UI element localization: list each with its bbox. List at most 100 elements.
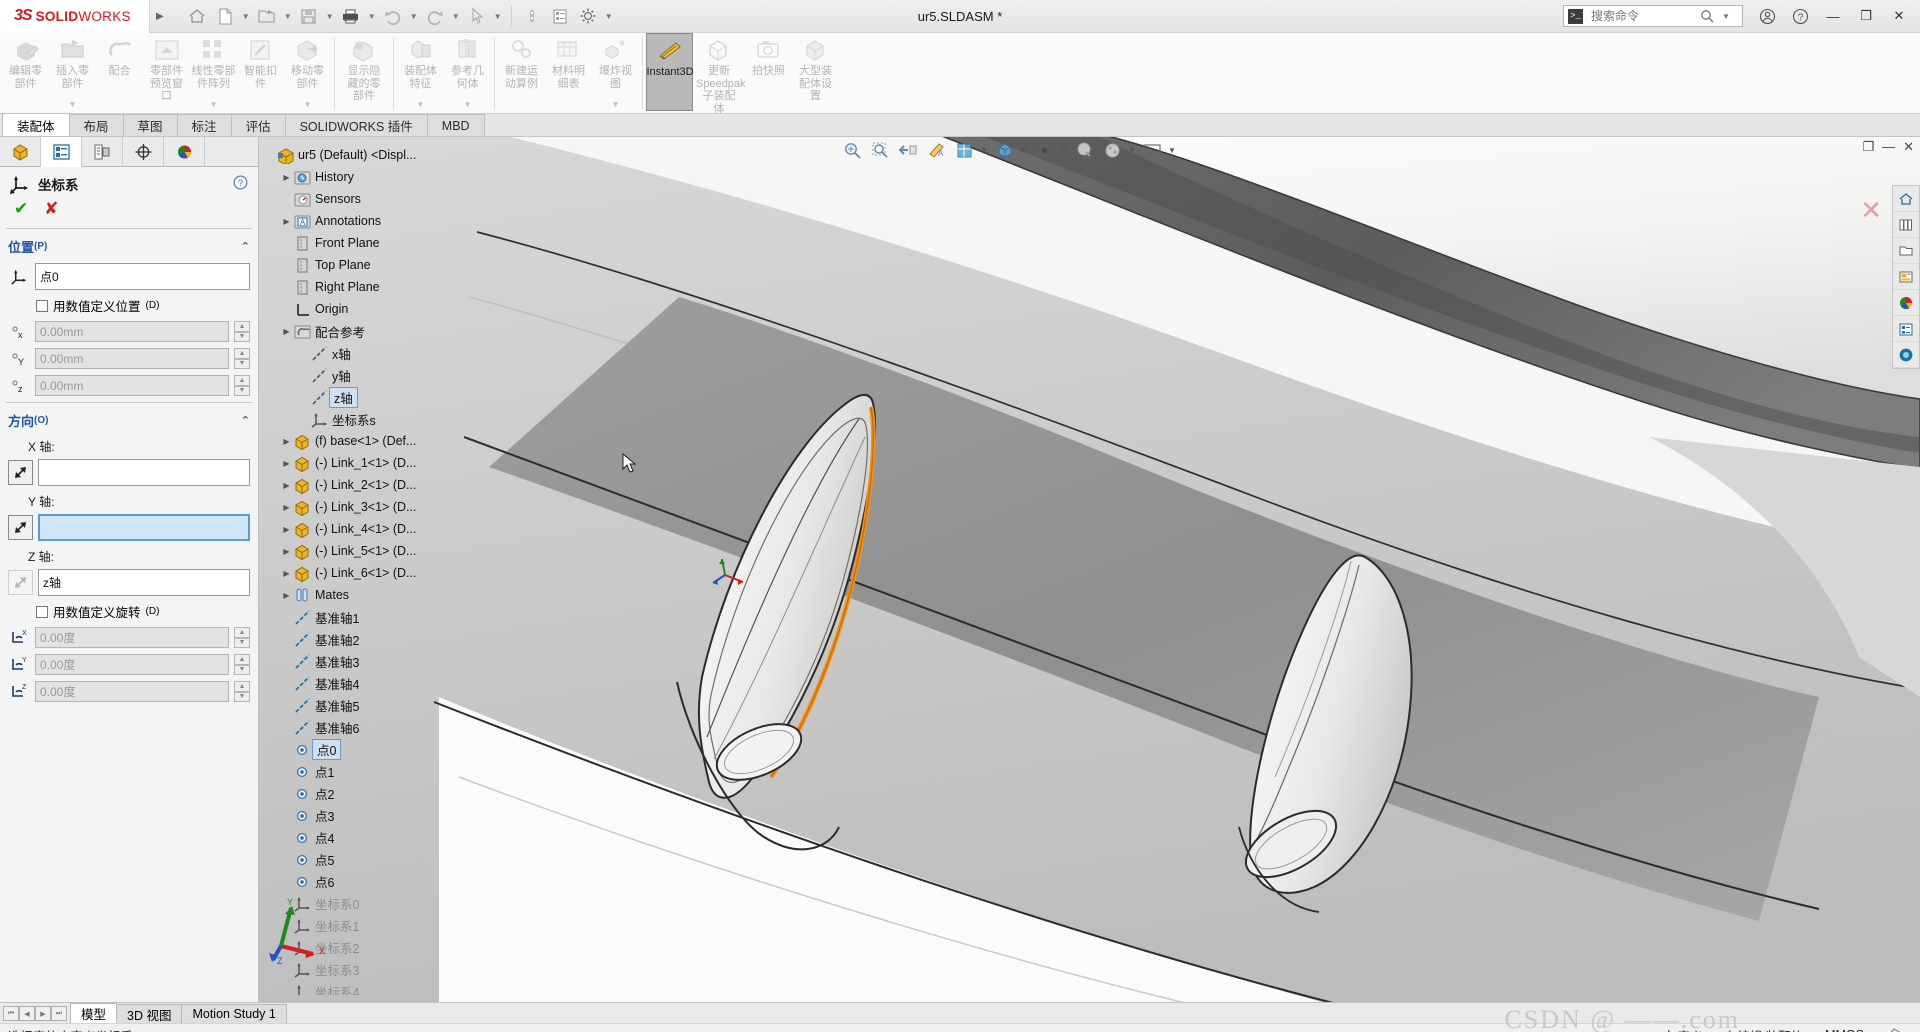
cancel-button[interactable]: ✘: [44, 199, 58, 219]
tree-item[interactable]: ▶配合参考: [259, 320, 497, 342]
tree-item[interactable]: ur5 (Default) <Displ...: [259, 144, 497, 166]
position-x-stepper[interactable]: ▲▼: [234, 321, 250, 342]
tab-2[interactable]: 草图: [123, 114, 178, 136]
feature-manager-tree[interactable]: ur5 (Default) <Displ...▶HistorySensors▶A…: [259, 140, 497, 995]
position-section-header[interactable]: 位置 (P) ⌃: [0, 232, 258, 260]
ribbon-button-reference-geometry[interactable]: 参考几何体▼: [444, 33, 491, 111]
expand-chevron-icon[interactable]: ▶: [280, 525, 293, 534]
rotation-z-stepper[interactable]: ▲▼: [234, 681, 250, 702]
tree-item[interactable]: ▶(-) Link_2<1> (D...: [259, 474, 497, 496]
expand-chevron-icon[interactable]: ▶: [280, 217, 293, 226]
stepper-up[interactable]: ▲: [234, 627, 250, 638]
tree-item[interactable]: ▶History: [259, 166, 497, 188]
zoom-to-area-icon[interactable]: [867, 139, 893, 163]
appearances-panel-icon[interactable]: [1893, 290, 1919, 316]
undo-caret-icon[interactable]: ▼: [408, 12, 420, 21]
z-axis-reverse-direction-icon[interactable]: [8, 570, 33, 595]
zoom-to-fit-icon[interactable]: [839, 139, 865, 163]
position-x-input[interactable]: 0.00mm: [35, 321, 229, 342]
define-rotation-by-numbers-checkbox[interactable]: 用数值定义旋转(D): [0, 599, 258, 624]
expand-chevron-icon[interactable]: ▶: [280, 459, 293, 468]
minimize-button[interactable]: —: [1818, 4, 1848, 28]
tree-item[interactable]: 坐标系4: [259, 980, 497, 995]
search-input[interactable]: [1589, 8, 1694, 24]
tree-item[interactable]: 基准轴6: [259, 716, 497, 738]
dimxpert-manager-tab[interactable]: [123, 137, 164, 167]
feature-manager-tab[interactable]: [0, 137, 41, 167]
undo-icon[interactable]: [380, 3, 406, 29]
ribbon-button-large-assembly-settings[interactable]: 大型装配体设置: [792, 33, 839, 111]
apply-scene-caret-icon[interactable]: ▼: [1127, 146, 1137, 155]
ribbon-button-bill-of-materials[interactable]: 材料明细表: [545, 33, 592, 111]
save-caret-icon[interactable]: ▼: [324, 12, 336, 21]
view-orientation-icon[interactable]: [951, 139, 977, 163]
file-explorer-panel-icon[interactable]: [1893, 238, 1919, 264]
tree-item[interactable]: x轴: [259, 342, 497, 364]
display-style-caret-icon[interactable]: ▼: [1019, 146, 1029, 155]
x-axis-reverse-direction-icon[interactable]: [8, 460, 33, 485]
tree-item[interactable]: ▶(f) base<1> (Def...: [259, 430, 497, 452]
view-orientation-caret-icon[interactable]: ▼: [979, 146, 989, 155]
ribbon-button-instant3d[interactable]: Instant3D: [646, 33, 693, 111]
gear-icon[interactable]: [575, 3, 601, 29]
close-tool-icon[interactable]: ✕: [1860, 195, 1882, 226]
position-selection-input[interactable]: 点0: [35, 263, 250, 290]
options-list-icon[interactable]: [547, 3, 573, 29]
print-caret-icon[interactable]: ▼: [366, 12, 378, 21]
open-caret-icon[interactable]: ▼: [282, 12, 294, 21]
tree-item[interactable]: 点0: [259, 738, 497, 760]
tree-item[interactable]: ▶(-) Link_1<1> (D...: [259, 452, 497, 474]
expand-chevron-icon[interactable]: ▶: [280, 481, 293, 490]
y-axis-reverse-direction-icon[interactable]: [8, 515, 33, 540]
tree-item[interactable]: 点4: [259, 826, 497, 848]
display-manager-tab[interactable]: [164, 137, 205, 167]
tab-5[interactable]: SOLIDWORKS 插件: [285, 114, 428, 136]
ribbon-button-assembly-feature[interactable]: 装配体特征▼: [397, 33, 444, 111]
tab-navigation-buttons[interactable]: ⏮◀▶⏭: [3, 1006, 67, 1023]
direction-section-header[interactable]: 方向 (O) ⌃: [0, 406, 258, 434]
select-cursor-icon[interactable]: [464, 3, 490, 29]
open-folder-icon[interactable]: [254, 3, 280, 29]
tree-item[interactable]: z轴: [259, 386, 497, 408]
nav-button-0[interactable]: ⏮: [3, 1006, 19, 1021]
tab-3[interactable]: 标注: [177, 114, 232, 136]
tree-item[interactable]: 基准轴4: [259, 672, 497, 694]
position-z-stepper[interactable]: ▲▼: [234, 375, 250, 396]
checkbox-box[interactable]: [36, 300, 48, 312]
ribbon-button-caret-icon[interactable]: ▼: [464, 100, 472, 109]
save-icon[interactable]: [296, 3, 322, 29]
view-settings-icon[interactable]: [1139, 139, 1165, 163]
3dexperience-panel-icon[interactable]: [1893, 342, 1919, 368]
ribbon-button-component-preview[interactable]: 零部件预览窗口: [143, 33, 190, 111]
view-palette-panel-icon[interactable]: [1893, 264, 1919, 290]
tree-item[interactable]: ▶(-) Link_4<1> (D...: [259, 518, 497, 540]
tree-item[interactable]: ▶(-) Link_6<1> (D...: [259, 562, 497, 584]
expand-chevron-icon[interactable]: ▶: [280, 569, 293, 578]
rotation-x-input[interactable]: 0.00度: [35, 627, 229, 648]
stepper-down[interactable]: ▼: [234, 638, 250, 649]
ribbon-button-mate[interactable]: 配合: [96, 33, 143, 111]
search-caret-icon[interactable]: ▼: [1720, 12, 1732, 21]
tree-item[interactable]: Right Plane: [259, 276, 497, 298]
tree-item[interactable]: Origin: [259, 298, 497, 320]
position-y-stepper[interactable]: ▲▼: [234, 348, 250, 369]
bottom-tab-0[interactable]: 模型: [70, 1003, 117, 1023]
stepper-down[interactable]: ▼: [234, 665, 250, 676]
nav-button-2[interactable]: ▶: [35, 1006, 51, 1021]
tree-item[interactable]: Front Plane: [259, 232, 497, 254]
home-icon[interactable]: [184, 3, 210, 29]
section-view-icon[interactable]: A: [923, 139, 949, 163]
options-caret-icon[interactable]: ▼: [603, 12, 615, 21]
expand-chevron-icon[interactable]: ▶: [280, 327, 293, 336]
bottom-tab-2[interactable]: Motion Study 1: [181, 1004, 286, 1023]
tree-item[interactable]: 基准轴1: [259, 606, 497, 628]
tree-item[interactable]: Sensors: [259, 188, 497, 210]
ok-button[interactable]: ✔: [14, 199, 28, 219]
ribbon-button-linear-pattern[interactable]: 线性零部件阵列▼: [190, 33, 237, 111]
ribbon-button-new-motion-study[interactable]: 新建运动算例: [498, 33, 545, 111]
search-icon[interactable]: [1700, 9, 1714, 23]
ribbon-button-show-hidden-components[interactable]: 显示隐藏的零部件: [338, 33, 390, 111]
ribbon-button-update-speedpak[interactable]: 更新Speedpak子装配体: [693, 33, 745, 115]
tree-item[interactable]: 点2: [259, 782, 497, 804]
rotation-x-stepper[interactable]: ▲▼: [234, 627, 250, 648]
